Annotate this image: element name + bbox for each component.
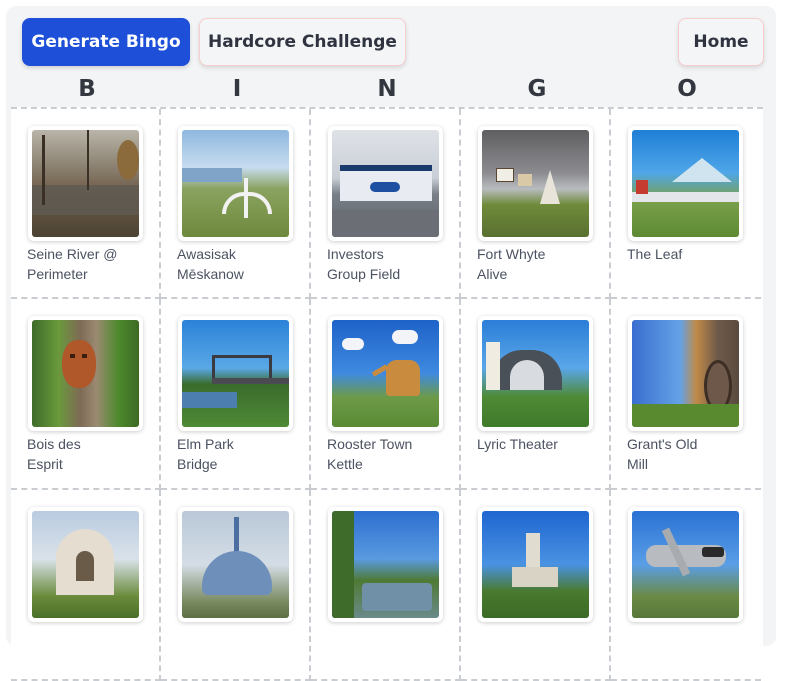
location-label: Grant's Old Mill (627, 436, 698, 472)
location-photo (178, 126, 293, 241)
bingo-grid: Seine River @ Perimeter Awasisak Mēskanow … (11, 107, 763, 681)
location-label: Elm Park Bridge (177, 436, 234, 472)
location-label: Bois des Esprit (27, 436, 81, 472)
header-letter-i: I (232, 76, 242, 102)
location-photo (478, 126, 593, 241)
location-photo (28, 316, 143, 431)
bingo-cell[interactable] (611, 490, 761, 681)
location-photo (628, 316, 743, 431)
bingo-cell[interactable] (161, 490, 311, 681)
bingo-cell[interactable]: The Leaf (611, 109, 761, 299)
location-photo (328, 316, 443, 431)
location-photo (178, 316, 293, 431)
bingo-cell[interactable]: Grant's Old Mill (611, 299, 761, 490)
header-letter-n: N (377, 76, 397, 102)
bingo-cell[interactable]: Bois des Esprit (11, 299, 161, 490)
home-button[interactable]: Home (678, 18, 764, 66)
header-letter-g: G (527, 76, 547, 102)
location-label: Lyric Theater (477, 436, 558, 452)
location-label: Fort Whyte Alive (477, 246, 546, 282)
bingo-cell[interactable]: Seine River @ Perimeter (11, 109, 161, 299)
location-label: Investors Group Field (327, 246, 401, 282)
location-photo (28, 507, 143, 622)
bingo-cell[interactable]: Rooster Town Kettle (311, 299, 461, 490)
bingo-cell[interactable] (11, 490, 161, 681)
hardcore-challenge-button[interactable]: Hardcore Challenge (199, 18, 406, 66)
bingo-header: B I N G O (12, 76, 762, 108)
location-label: Rooster Town Kettle (327, 436, 413, 472)
bingo-cell[interactable]: Lyric Theater (461, 299, 611, 490)
location-photo (178, 507, 293, 622)
header-letter-b: B (78, 76, 96, 102)
location-photo (478, 316, 593, 431)
location-label: Awasisak Mēskanow (177, 246, 244, 282)
location-photo (28, 126, 143, 241)
bingo-cell[interactable] (311, 490, 461, 681)
bingo-cell[interactable]: Elm Park Bridge (161, 299, 311, 490)
location-photo (328, 507, 443, 622)
bingo-cell[interactable] (461, 490, 611, 681)
bingo-cell[interactable]: Awasisak Mēskanow (161, 109, 311, 299)
location-photo (328, 126, 443, 241)
location-photo (628, 507, 743, 622)
header-letter-o: O (677, 76, 697, 102)
location-photo (628, 126, 743, 241)
location-photo (478, 507, 593, 622)
location-label: The Leaf (627, 246, 683, 262)
bingo-cell[interactable]: Fort Whyte Alive (461, 109, 611, 299)
location-label: Seine River @ Perimeter (27, 246, 118, 282)
bingo-cell[interactable]: Investors Group Field (311, 109, 461, 299)
generate-bingo-button[interactable]: Generate Bingo (22, 18, 190, 66)
